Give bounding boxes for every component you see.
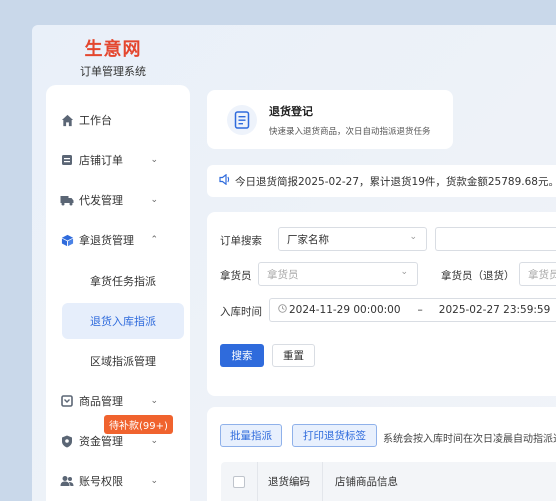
sidebar-item-label: 资金管理 — [79, 435, 123, 448]
chevron-down-icon: ⌄ — [150, 396, 158, 406]
sidebar-item-label: 工作台 — [79, 114, 112, 127]
pending-payment-badge[interactable]: 待补款(99+) — [104, 415, 173, 434]
brand-subtitle: 订单管理系统 — [80, 65, 146, 78]
date-separator: – — [417, 304, 423, 316]
chevron-down-icon: ⌄ — [409, 232, 417, 242]
sidebar-item-label: 商品管理 — [79, 395, 123, 408]
chevron-down-icon: ⌄ — [150, 155, 158, 165]
return-picker-placeholder: 拿货员 — [528, 268, 556, 281]
return-picker-select[interactable]: 拿货员 — [519, 262, 556, 286]
chevron-up-icon: ⌃ — [150, 235, 158, 245]
chevron-down-icon: ⌄ — [150, 195, 158, 205]
inbound-time-label: 入库时间 — [220, 306, 262, 318]
sidebar-item-dropship[interactable]: 代发管理 ⌄ — [60, 186, 180, 214]
document-icon — [227, 104, 257, 135]
date-start: 2024-11-29 00:00:00 — [289, 304, 401, 316]
shield-icon — [60, 434, 74, 448]
truck-icon — [60, 193, 74, 207]
sidebar-item-label: 账号权限 — [79, 475, 123, 488]
column-header-return-code: 退货编码 — [268, 476, 310, 488]
picker-select-placeholder: 拿货员 — [267, 268, 299, 281]
picker-select[interactable]: 拿货员 ⌄ — [258, 262, 418, 286]
column-header-product-info: 店铺商品信息 — [335, 476, 398, 488]
notice-bar: 今日退货简报2025-02-27，累计退货19件，货款金额25789.68元。 — [207, 165, 556, 197]
print-label-button[interactable]: 打印退货标签 — [292, 424, 377, 447]
reset-button[interactable]: 重置 — [272, 344, 315, 367]
select-all-checkbox[interactable] — [233, 462, 245, 501]
page-title: 退货登记 — [269, 104, 313, 118]
table-header: 退货编码 店铺商品信息 — [221, 462, 556, 501]
notice-text: 今日退货简报2025-02-27，累计退货19件，货款金额25789.68元。 — [235, 175, 556, 188]
sidebar-item-products[interactable]: 商品管理 ⌄ — [60, 387, 180, 415]
return-picker-label: 拿货员（退货） — [441, 270, 515, 282]
sidebar-item-label: 拿退货管理 — [79, 234, 134, 247]
product-icon — [60, 394, 74, 408]
sidebar: 工作台 店铺订单 ⌄ 代发管理 ⌄ 拿退货管理 ⌃ 拿货任务指派 退货入库指派 … — [46, 85, 190, 501]
sidebar-subitem-region-assign[interactable]: 区域指派管理 — [62, 343, 184, 379]
order-search-input[interactable] — [435, 227, 556, 251]
order-search-select[interactable]: 厂家名称 ⌄ — [278, 227, 427, 251]
auto-assign-hint: 系统会按入库时间在次日凌晨自动指派退 — [383, 434, 556, 445]
date-range-picker[interactable]: 2024-11-29 00:00:00 – 2025-02-27 23:59:5… — [269, 298, 556, 322]
sidebar-subitem-return-assign[interactable]: 退货入库指派 — [62, 303, 184, 339]
sidebar-subitem-pickup-assign[interactable]: 拿货任务指派 — [62, 263, 184, 299]
brand: 生意网 订单管理系统 — [76, 40, 150, 79]
store-icon — [60, 153, 74, 167]
chevron-down-icon: ⌄ — [150, 476, 158, 486]
users-icon — [60, 474, 74, 488]
sidebar-item-label: 代发管理 — [79, 194, 123, 207]
column-divider — [257, 462, 258, 501]
order-search-label: 订单搜索 — [220, 235, 262, 247]
sidebar-item-label: 店铺订单 — [79, 154, 123, 167]
picker-label: 拿货员 — [220, 270, 252, 282]
sidebar-item-accounts[interactable]: 账号权限 ⌄ — [60, 467, 180, 495]
chevron-down-icon: ⌄ — [150, 436, 158, 446]
sidebar-item-returns[interactable]: 拿退货管理 ⌃ — [60, 226, 180, 254]
page-subtitle: 快速录入退货商品，次日自动指派退货任务 — [269, 126, 431, 137]
speaker-icon — [219, 173, 231, 188]
hero-card: 退货登记 快速录入退货商品，次日自动指派退货任务 — [207, 90, 453, 149]
column-divider — [322, 462, 323, 501]
search-button[interactable]: 搜索 — [220, 344, 264, 367]
home-icon — [60, 113, 74, 127]
sidebar-item-dashboard[interactable]: 工作台 — [60, 106, 180, 134]
search-panel: 订单搜索 厂家名称 ⌄ 拿货员 拿货员 ⌄ 拿货员（退货） 拿货员 入库时间 2… — [207, 212, 556, 396]
clock-icon — [278, 304, 287, 316]
brand-logo: 生意网 — [84, 39, 142, 60]
table-panel: 批量指派 打印退货标签 系统会按入库时间在次日凌晨自动指派退 退货编码 店铺商品… — [207, 407, 556, 501]
order-search-select-value: 厂家名称 — [287, 233, 329, 246]
box-icon — [60, 233, 74, 247]
date-end: 2025-02-27 23:59:59 — [438, 304, 551, 316]
batch-assign-button[interactable]: 批量指派 — [220, 424, 282, 447]
sidebar-item-store-orders[interactable]: 店铺订单 ⌄ — [60, 146, 180, 174]
chevron-down-icon: ⌄ — [400, 267, 408, 277]
